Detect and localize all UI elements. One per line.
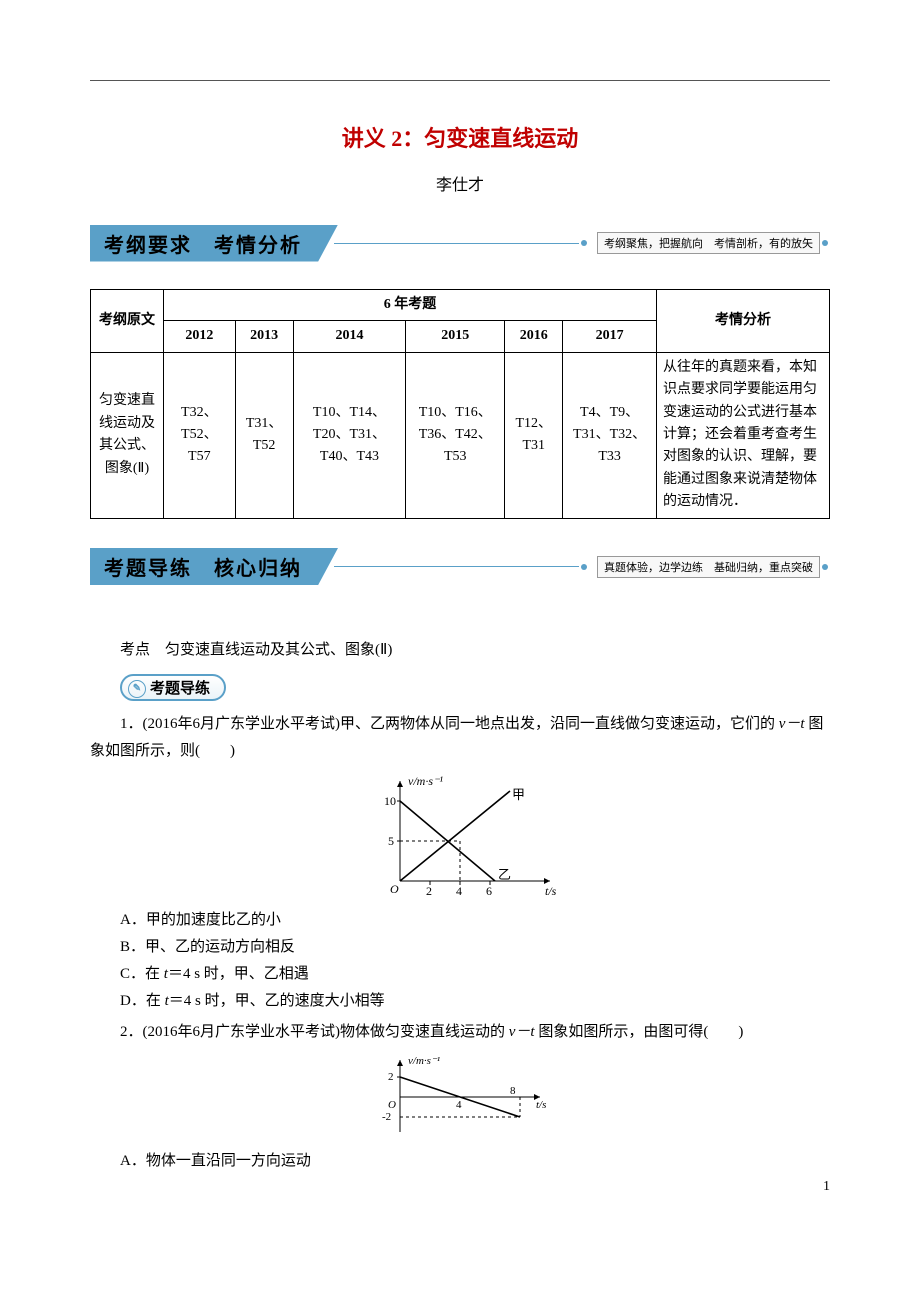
q1-optA: A．甲的加速度比乙的小 [90, 907, 830, 934]
q2-yneg2: -2 [382, 1111, 391, 1123]
pill-label: 考题导练 [150, 681, 210, 697]
q2-y2: 2 [388, 1071, 394, 1083]
page-title: 讲义 2：匀变速直线运动 [90, 121, 830, 153]
q1-chart: v/m·s⁻¹ t/s 10 5 O 2 4 6 甲 乙 [350, 771, 570, 901]
q1-x2: 2 [426, 884, 432, 898]
vt-var: v－t [779, 716, 805, 732]
banner-line [334, 566, 579, 567]
th-2013: 2013 [235, 321, 293, 352]
td-2014: T10、T14、T20、T31、T40、T43 [293, 352, 406, 518]
banner-line [334, 243, 579, 244]
banner-outline-main: 考纲要求 考情分析 [90, 225, 338, 262]
pencil-icon: ✎ [128, 680, 146, 698]
td-2013: T31、T52 [235, 352, 293, 518]
td-2017: T4、T9、T31、T32、T33 [563, 352, 657, 518]
q1-optC-a: C．在 [120, 966, 164, 982]
kaodian: 考点 匀变速直线运动及其公式、图象(Ⅱ) [90, 637, 830, 664]
q1-stem-a: 1．(2016年6月广东学业水平考试)甲、乙两物体从同一地点出发，沿同一直线做匀… [120, 716, 779, 732]
dot-icon [581, 564, 587, 570]
th-2016: 2016 [505, 321, 563, 352]
q2-xlabel: t/s [536, 1099, 546, 1111]
q2-stem-a: 2．(2016年6月广东学业水平考试)物体做匀变速直线运动的 [120, 1024, 509, 1040]
q1-y5: 5 [388, 834, 394, 848]
banner-outline: 考纲要求 考情分析 考纲聚焦，把握航向 考情剖析，有的放矢 [90, 225, 830, 261]
td-topic: 匀变速直线运动及其公式、图象(Ⅱ) [91, 352, 164, 518]
q1-xlabel: t/s [545, 884, 557, 898]
vt-var: v－t [509, 1024, 535, 1040]
th-2017: 2017 [563, 321, 657, 352]
td-2012: T32、T52、T57 [164, 352, 236, 518]
q1-x6: 6 [486, 884, 492, 898]
author: 李仕才 [90, 171, 830, 195]
q1-line-yi: 乙 [498, 867, 511, 882]
q1-optD-a: D．在 [120, 993, 165, 1009]
th-analysis: 考情分析 [657, 290, 830, 353]
td-analysis: 从往年的真题来看，本知识点要求同学要能运用匀变速运动的公式进行基本计算；还会着重… [657, 352, 830, 518]
q2-ylabel: v/m·s⁻¹ [408, 1055, 440, 1067]
q1-line-jia: 甲 [512, 787, 525, 802]
q1-optC: C．在 t＝4 s 时，甲、乙相遇 [90, 961, 830, 988]
q2-stem: 2．(2016年6月广东学业水平考试)物体做匀变速直线运动的 v－t 图象如图所… [90, 1019, 830, 1046]
th-outline: 考纲原文 [91, 290, 164, 353]
banner-outline-sub: 考纲聚焦，把握航向 考情剖析，有的放矢 [597, 232, 820, 254]
q1-x4: 4 [456, 884, 462, 898]
q1-optD-b: ＝4 s 时，甲、乙的速度大小相等 [169, 993, 385, 1009]
dot-icon [822, 564, 828, 570]
q2-chart: v/m·s⁻¹ t/s 2 -2 O 4 8 [360, 1052, 560, 1142]
banner-practice-main: 考题导练 核心归纳 [90, 548, 338, 585]
q2-x4: 4 [456, 1099, 462, 1111]
dot-icon [581, 240, 587, 246]
th-2015: 2015 [406, 321, 505, 352]
td-2015: T10、T16、T36、T42、T53 [406, 352, 505, 518]
q1-y10: 10 [384, 794, 396, 808]
th-2014: 2014 [293, 321, 406, 352]
exam-table: 考纲原文 6 年考题 考情分析 2012 2013 2014 2015 2016… [90, 289, 830, 519]
q1-optB: B．甲、乙的运动方向相反 [90, 934, 830, 961]
pill-practice: ✎考题导练 [120, 674, 226, 702]
banner-practice-sub: 真题体验，边学边练 基础归纳，重点突破 [597, 556, 820, 578]
th-years: 6 年考题 [164, 290, 657, 321]
q1-optD: D．在 t＝4 s 时，甲、乙的速度大小相等 [90, 988, 830, 1015]
td-2016: T12、T31 [505, 352, 563, 518]
q1-optC-b: ＝4 s 时，甲、乙相遇 [168, 966, 309, 982]
dot-icon [822, 240, 828, 246]
th-2012: 2012 [164, 321, 236, 352]
page-number: 1 [823, 1179, 830, 1195]
q2-x8: 8 [510, 1085, 516, 1097]
q2-origin: O [388, 1099, 396, 1111]
q1-stem: 1．(2016年6月广东学业水平考试)甲、乙两物体从同一地点出发，沿同一直线做匀… [90, 711, 830, 765]
q1-ylabel: v/m·s⁻¹ [408, 774, 443, 788]
banner-practice: 考题导练 核心归纳 真题体验，边学边练 基础归纳，重点突破 [90, 549, 830, 585]
q1-origin: O [390, 882, 399, 896]
q2-optA: A．物体一直沿同一方向运动 [90, 1148, 830, 1175]
q2-stem-b: 图象如图所示，由图可得( ) [535, 1024, 744, 1040]
